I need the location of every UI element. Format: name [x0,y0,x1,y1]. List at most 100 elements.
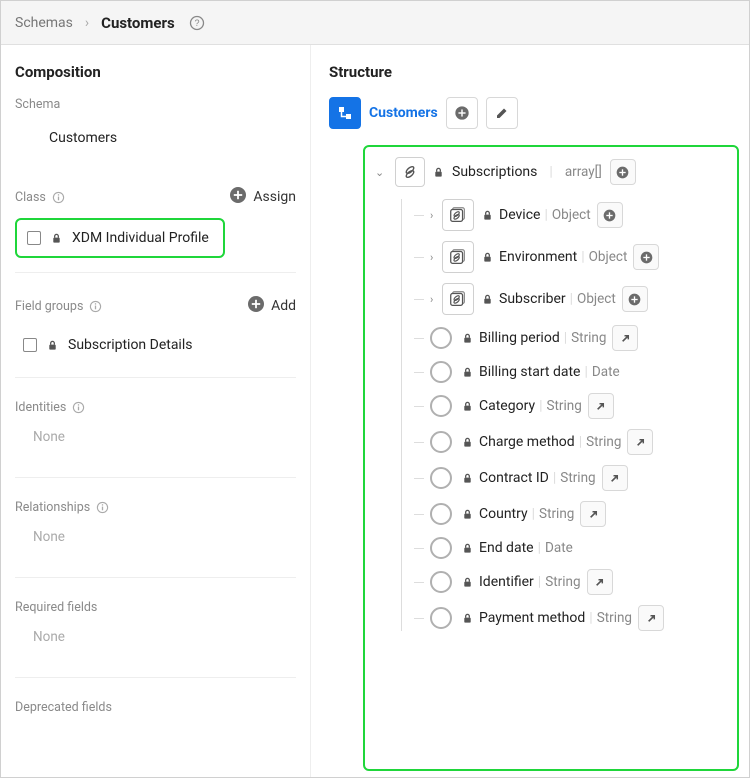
chevron-right-icon: › [85,15,89,31]
info-icon[interactable] [52,191,65,204]
info-icon[interactable] [96,501,109,514]
subscriptions-children: ›Device|Object›Environment|Object›Subscr… [401,199,729,631]
help-icon[interactable]: ? [189,15,205,31]
add-child-field-button[interactable] [622,286,648,312]
field-circle-icon [430,327,452,349]
field-circle-icon [430,503,452,525]
lock-icon [462,613,473,624]
field-circle-icon [430,607,452,629]
tree-node-field[interactable]: Category|String [414,393,729,419]
lock-icon [462,577,473,588]
chevron-right-icon[interactable]: › [430,293,438,306]
tree-node-field[interactable]: End date|Date [414,537,729,559]
chevron-right-icon[interactable]: › [430,209,438,222]
info-icon[interactable] [72,401,85,414]
field-type: String [539,506,574,522]
tree-node-object[interactable]: ›Subscriber|Object [414,283,729,315]
field-type: String [571,330,606,346]
field-group-item-subscription-details[interactable]: Subscription Details [15,327,296,363]
tree-node-subscriptions[interactable]: ⌄ Subscriptions | array[] [375,155,729,189]
required-fields-section-label: Required fields [15,600,97,615]
tree-node-field[interactable]: Identifier|String [414,569,729,595]
required-fields-none: None [15,615,296,663]
app-frame: Schemas › Customers ? Composition Schema… [0,0,750,778]
schema-section-label: Schema [15,97,296,112]
composition-panel: Composition Schema Customers Class Assig… [1,45,311,777]
field-name: Subscriptions [452,164,537,180]
lock-icon [462,333,473,344]
navigate-arrow-button[interactable] [587,569,613,595]
field-type: String [545,574,580,590]
field-groups-section-label: Field groups [15,299,102,314]
info-icon[interactable] [89,300,102,313]
lock-icon [462,473,473,484]
assign-class-button[interactable]: Assign [229,186,296,208]
navigate-arrow-button[interactable] [580,501,606,527]
structure-view-toggle[interactable] [329,97,361,129]
field-type: String [597,610,632,626]
field-name: Billing start date [479,364,580,380]
relationships-none: None [15,515,296,563]
field-name: Contract ID [479,470,549,486]
checkbox-icon[interactable] [23,338,37,352]
tree-node-field[interactable]: Billing start date|Date [414,361,729,383]
navigate-arrow-button[interactable] [627,429,653,455]
object-array-icon [395,157,425,187]
checkbox-icon[interactable] [27,231,41,245]
field-type: String [586,434,621,450]
lock-icon [462,401,473,412]
field-type: array[] [565,164,602,180]
chevron-down-icon[interactable]: ⌄ [375,166,383,179]
relationships-section-label: Relationships [15,500,109,515]
lock-icon [482,294,493,305]
tree-node-field[interactable]: Billing period|String [414,325,729,351]
field-type: Date [592,364,620,380]
navigate-arrow-button[interactable] [602,465,628,491]
object-stack-icon [442,241,474,273]
structure-tree-highlight: ⌄ Subscriptions | array[] ›Device|Object… [363,145,739,771]
lock-icon [462,509,473,520]
add-field-root-button[interactable] [446,97,478,129]
tree-node-field[interactable]: Charge method|String [414,429,729,455]
navigate-arrow-button[interactable] [612,325,638,351]
lock-icon [482,210,493,221]
field-name: Environment [499,249,577,265]
object-stack-icon [442,199,474,231]
main-body: Composition Schema Customers Class Assig… [1,45,749,777]
field-name: End date [479,540,534,556]
field-circle-icon [430,467,452,489]
field-name: Payment method [479,610,585,626]
breadcrumb-parent[interactable]: Schemas [15,15,73,31]
tree-node-field[interactable]: Country|String [414,501,729,527]
composition-title: Composition [15,63,296,81]
lock-icon [47,340,58,351]
tree-node-object[interactable]: ›Device|Object [414,199,729,231]
navigate-arrow-button[interactable] [588,393,614,419]
field-name: Subscriber [499,291,566,307]
navigate-arrow-button[interactable] [638,605,664,631]
field-circle-icon [430,431,452,453]
add-child-field-button[interactable] [597,202,623,228]
edit-root-button[interactable] [486,97,518,129]
field-name: Billing period [479,330,560,346]
deprecated-fields-section-label: Deprecated fields [15,700,112,715]
add-child-field-button[interactable] [633,244,659,270]
field-type: Object [552,207,591,223]
lock-icon [433,167,444,178]
class-item-label: XDM Individual Profile [72,230,209,246]
tree-node-object[interactable]: ›Environment|Object [414,241,729,273]
field-circle-icon [430,361,452,383]
tree-node-field[interactable]: Contract ID|String [414,465,729,491]
lock-icon [482,252,493,263]
schema-name[interactable]: Customers [15,112,296,164]
object-stack-icon [442,283,474,315]
structure-root-link[interactable]: Customers [369,105,438,121]
tree-node-field[interactable]: Payment method|String [414,605,729,631]
add-field-group-button[interactable]: Add [247,295,296,317]
add-child-field-button[interactable] [610,159,636,185]
field-type: String [560,470,595,486]
field-name: Charge method [479,434,575,450]
identities-none: None [15,415,296,463]
class-item-xdm-individual-profile[interactable]: XDM Individual Profile [15,218,225,258]
chevron-right-icon[interactable]: › [430,251,438,264]
